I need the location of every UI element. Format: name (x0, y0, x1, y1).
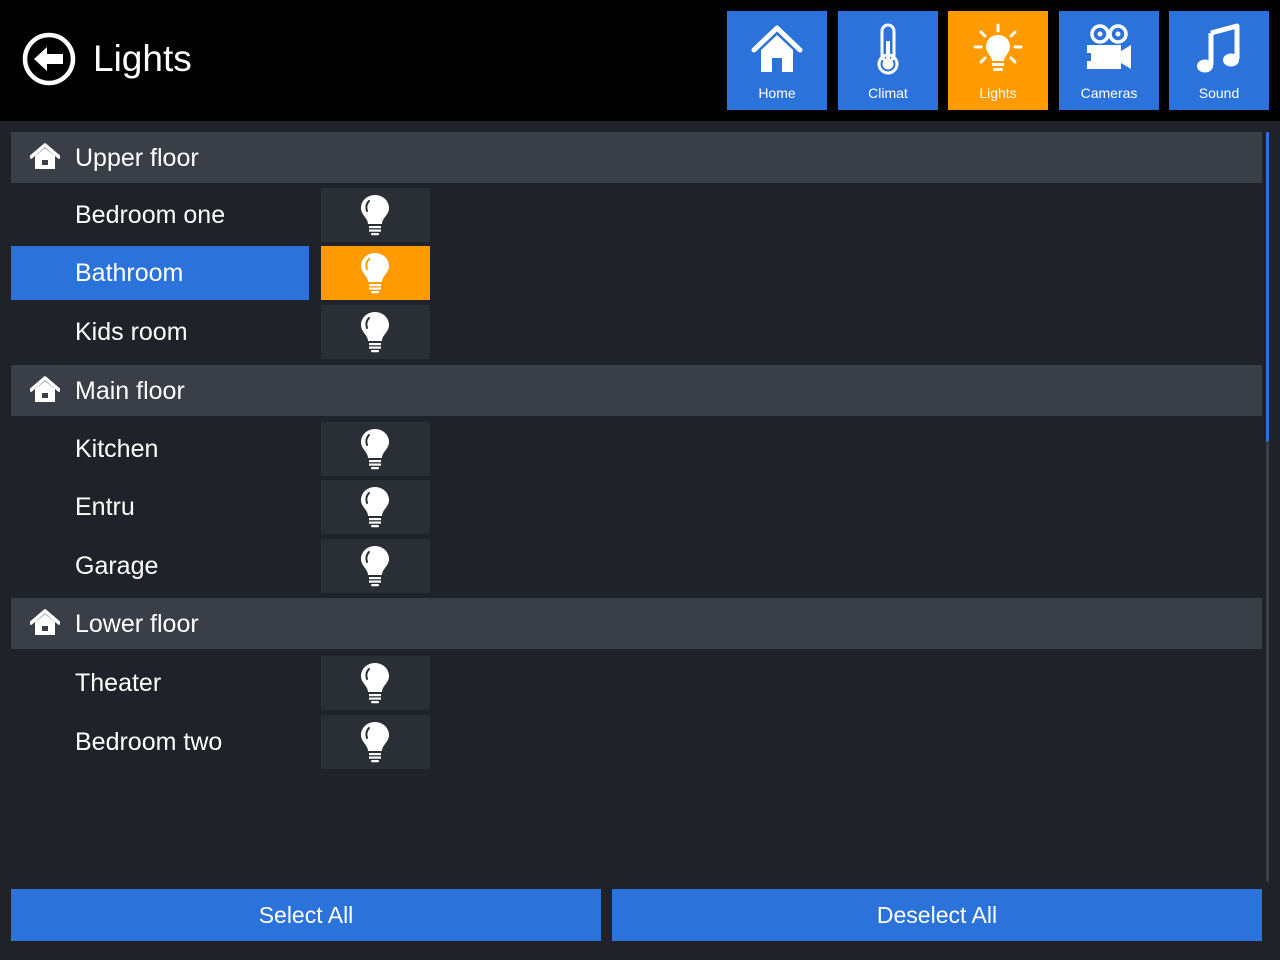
lightbulb-icon (361, 253, 389, 294)
lightbulb-icon (361, 429, 389, 470)
room-row-kids-room[interactable]: Kids room (11, 305, 431, 359)
lightbulb-icon (973, 23, 1023, 71)
room-name: Theater (75, 669, 162, 697)
house-icon (30, 143, 60, 169)
thermometer-icon (877, 23, 899, 75)
nav-cameras-button[interactable]: Cameras (1059, 11, 1159, 110)
section-title: Main floor (75, 377, 185, 405)
house-icon (30, 376, 60, 402)
room-row-entru[interactable]: Entru (11, 480, 431, 534)
nav-climat-button[interactable]: Climat (838, 11, 938, 110)
lightbulb-icon (361, 195, 389, 236)
lightbulb-icon (361, 546, 389, 587)
lightbulb-icon (361, 487, 389, 528)
section-header-main-floor: Main floor (11, 365, 1262, 416)
light-toggle-button[interactable] (321, 188, 430, 242)
nav-sound-button[interactable]: Sound (1169, 11, 1269, 110)
light-toggle-button[interactable] (321, 305, 430, 359)
select-all-button[interactable]: Select All (11, 889, 601, 941)
home-icon (751, 25, 803, 72)
room-name: Kitchen (75, 435, 159, 463)
light-toggle-button[interactable] (321, 715, 430, 769)
light-toggle-button[interactable] (321, 480, 430, 534)
light-toggle-button[interactable] (321, 422, 430, 476)
light-toggle-button[interactable] (321, 656, 430, 710)
nav-home-label: Home (758, 85, 796, 101)
lightbulb-icon (361, 663, 389, 704)
room-name: Bedroom one (75, 201, 226, 229)
lightbulb-icon (361, 722, 389, 763)
room-name: Bathroom (75, 259, 184, 287)
nav-lights-label: Lights (979, 85, 1017, 101)
room-row-bedroom-two[interactable]: Bedroom two (11, 715, 431, 769)
light-toggle-button[interactable] (321, 246, 430, 300)
room-name: Kids room (75, 318, 188, 346)
top-bar: Lights Home Climat Lights Cameras Sound (0, 0, 1280, 121)
camera-icon (1087, 24, 1131, 69)
section-title: Upper floor (75, 144, 199, 172)
section-header-upper-floor: Upper floor (11, 132, 1262, 183)
house-icon (30, 609, 60, 635)
room-row-garage[interactable]: Garage (11, 539, 431, 593)
room-list: Upper floor Bedroom one Bathroom Kids ro… (0, 121, 1280, 881)
scrollbar-thumb[interactable] (1266, 132, 1269, 442)
nav-home-button[interactable]: Home (727, 11, 827, 110)
room-row-kitchen[interactable]: Kitchen (11, 422, 431, 476)
room-name: Entru (75, 493, 135, 521)
nav-sound-label: Sound (1198, 85, 1240, 101)
nav-climat-label: Climat (868, 85, 908, 101)
back-button[interactable] (22, 32, 76, 86)
deselect-all-button[interactable]: Deselect All (612, 889, 1262, 941)
lightbulb-icon (361, 312, 389, 353)
room-name: Garage (75, 552, 159, 580)
scrollbar-track[interactable] (1266, 442, 1269, 882)
page-title: Lights (93, 38, 192, 79)
nav-lights-button[interactable]: Lights (948, 11, 1048, 110)
room-row-theater[interactable]: Theater (11, 656, 431, 710)
nav-cameras-label: Cameras (1080, 85, 1138, 101)
section-header-lower-floor: Lower floor (11, 598, 1262, 649)
music-note-icon (1197, 23, 1240, 73)
room-row-bathroom[interactable]: Bathroom (11, 246, 431, 300)
back-arrow-icon (22, 32, 76, 86)
room-name: Bedroom two (75, 728, 223, 756)
room-row-bedroom-one[interactable]: Bedroom one (11, 188, 431, 242)
section-title: Lower floor (75, 610, 199, 638)
light-toggle-button[interactable] (321, 539, 430, 593)
